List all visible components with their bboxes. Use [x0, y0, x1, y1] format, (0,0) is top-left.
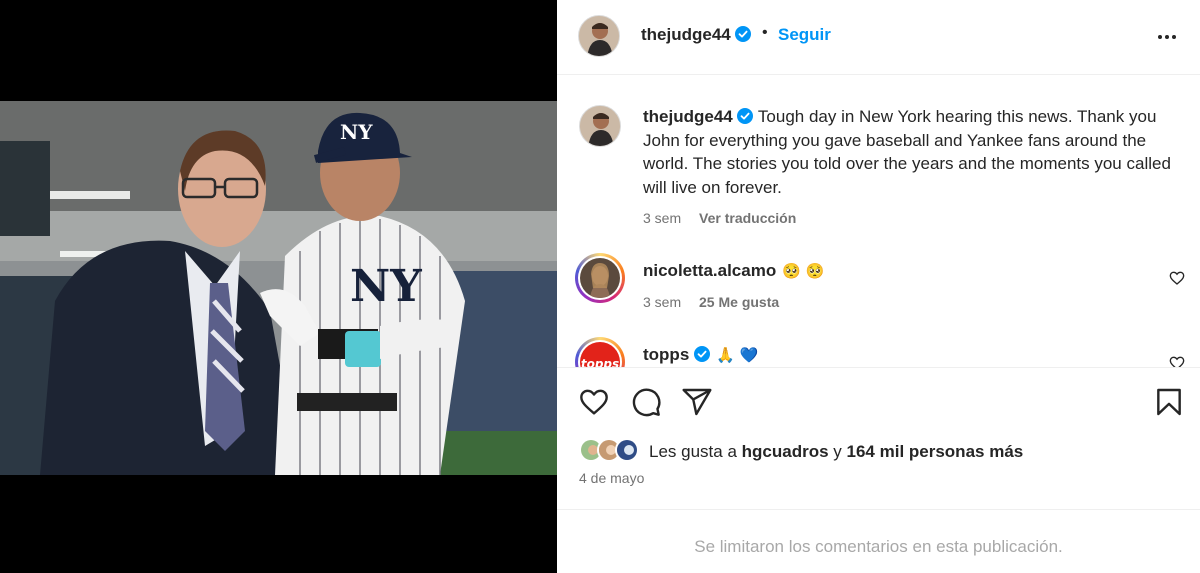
comment-username-text[interactable]: nicoletta.alcamo	[643, 261, 776, 280]
comment-avatar[interactable]	[575, 253, 625, 303]
author-avatar[interactable]	[578, 15, 620, 57]
post-date[interactable]: 4 de mayo	[579, 470, 644, 486]
follow-button[interactable]: Seguir	[778, 25, 831, 45]
comments-limited-footer: Se limitaron los comentarios en esta pub…	[557, 509, 1200, 573]
comment-likes[interactable]: 25 Me gusta	[699, 294, 779, 310]
liker-username[interactable]: hgcuadros	[742, 442, 829, 461]
comment-text: 🙏 💙	[716, 346, 759, 364]
comment-username-text[interactable]: topps	[643, 345, 689, 364]
svg-text:topps: topps	[581, 357, 619, 367]
verified-icon	[737, 107, 754, 124]
likes-summary: Les gusta a hgcuadros y 164 mil personas…	[649, 442, 1023, 462]
see-translation-link[interactable]: Ver traducción	[699, 210, 796, 226]
separator-dot: •	[762, 24, 768, 41]
comment-icon[interactable]	[630, 386, 662, 418]
comments-limited-notice: Se limitaron los comentarios en esta pub…	[694, 537, 1063, 556]
comment-text: 🥺 🥺	[782, 262, 825, 280]
caption-username[interactable]: thejudge44	[643, 107, 733, 126]
caption-author-avatar[interactable]	[579, 105, 621, 147]
more-options-icon[interactable]	[1154, 24, 1180, 50]
caption-age: 3 sem	[643, 210, 682, 226]
caption-meta: 3 sem Ver traducción	[643, 210, 796, 226]
verified-icon	[694, 346, 711, 362]
share-icon[interactable]	[681, 386, 713, 418]
author-username-text[interactable]: thejudge44	[641, 25, 731, 44]
comment-heart-icon[interactable]	[1169, 355, 1185, 367]
verified-icon	[735, 26, 752, 42]
svg-text:NY: NY	[340, 120, 373, 144]
media-pane: NY NY	[0, 0, 557, 573]
comment-meta: 3 sem 25 Me gusta	[643, 294, 779, 310]
comment-username[interactable]: nicoletta.alcamo 🥺 🥺	[643, 261, 824, 281]
comment-age: 3 sem	[643, 294, 682, 310]
svg-text:NY: NY	[350, 261, 422, 312]
comment-heart-icon[interactable]	[1169, 270, 1185, 286]
save-icon[interactable]	[1153, 386, 1185, 418]
comment-avatar[interactable]: topps	[575, 337, 625, 367]
post-side-panel: thejudge44 • Seguir thejudge44 Tough day…	[557, 0, 1200, 573]
heart-icon[interactable]	[578, 386, 610, 418]
post-caption: thejudge44 Tough day in New York hearing…	[643, 105, 1188, 199]
comments-section[interactable]: thejudge44 Tough day in New York hearing…	[557, 75, 1200, 367]
liker-avatar[interactable]	[615, 438, 639, 462]
likes-count[interactable]: 164 mil personas más	[847, 442, 1024, 461]
likes-conj: y	[833, 442, 842, 461]
post-photo[interactable]: NY NY	[0, 101, 557, 475]
post-actions: Les gusta a hgcuadros y 164 mil personas…	[557, 367, 1200, 509]
comment-username[interactable]: topps 🙏 💙	[643, 345, 758, 365]
likes-prefix: Les gusta a	[649, 442, 737, 461]
author-username[interactable]: thejudge44	[641, 25, 752, 45]
post-header: thejudge44 • Seguir	[557, 0, 1200, 75]
